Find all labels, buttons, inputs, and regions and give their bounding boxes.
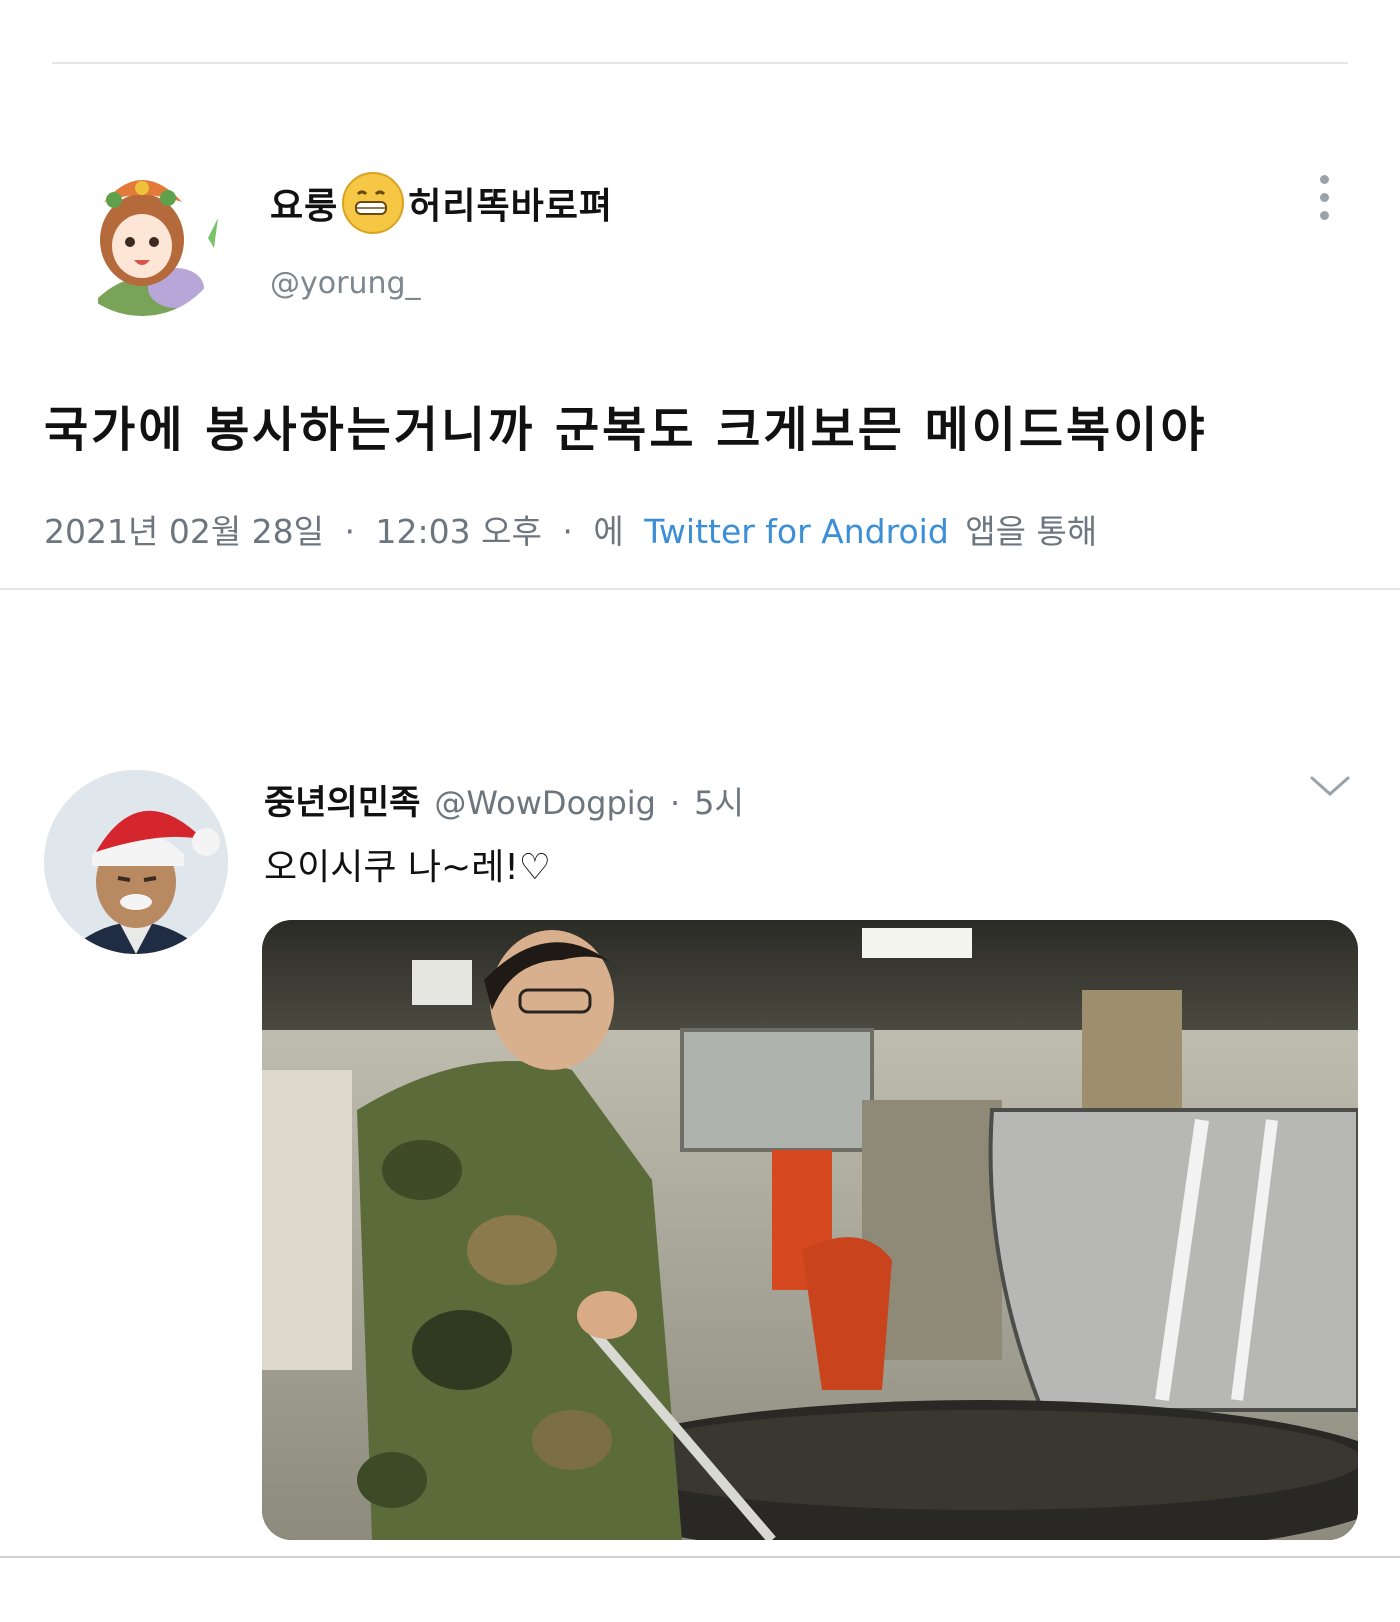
tweet-time[interactable]: 12:03 오후 [376,512,542,551]
meta-separator: · [344,512,356,551]
chevron-down-icon[interactable] [1308,772,1352,800]
avatar[interactable] [58,148,226,316]
display-name[interactable]: 중년의민족 [264,775,420,824]
tweet-time[interactable]: 5시 [694,778,744,824]
tweet-text: 국가에 봉사하는거니까 군복도 크게보믄 메이드복이야 [44,402,1208,458]
meta-separator: · [562,512,573,551]
user-handle[interactable]: @WowDogpig [434,784,656,822]
user-handle[interactable]: @yorung_ [270,266,421,301]
avatar[interactable] [44,770,228,954]
display-name[interactable]: 요룽 허리똑바로펴 [270,172,613,234]
top-divider [52,62,1348,64]
bottom-divider [0,1556,1400,1558]
tweet-divider [0,588,1400,590]
grimacing-face-icon [342,172,405,234]
display-name-part: 요룽 [270,186,339,227]
source-prefix: 에 [593,512,624,551]
more-options-icon[interactable] [1318,175,1330,225]
meta-separator: · [669,784,681,822]
source-suffix: 앱을 통해 [965,512,1098,551]
tweet-photo[interactable] [262,920,1358,1540]
tweet-text: 오이시쿠 나~레!♡ [264,847,552,888]
tweet-date[interactable]: 2021년 02월 28일 [44,512,324,551]
tweet-meta: 2021년 02월 28일 · 12:03 오후 · 에 Twitter for… [44,505,1097,553]
display-name-part: 허리똑바로펴 [408,186,613,227]
tweet-header: 중년의민족 @WowDogpig · 5시 [264,775,744,824]
source-link[interactable]: Twitter for Android [644,512,949,551]
